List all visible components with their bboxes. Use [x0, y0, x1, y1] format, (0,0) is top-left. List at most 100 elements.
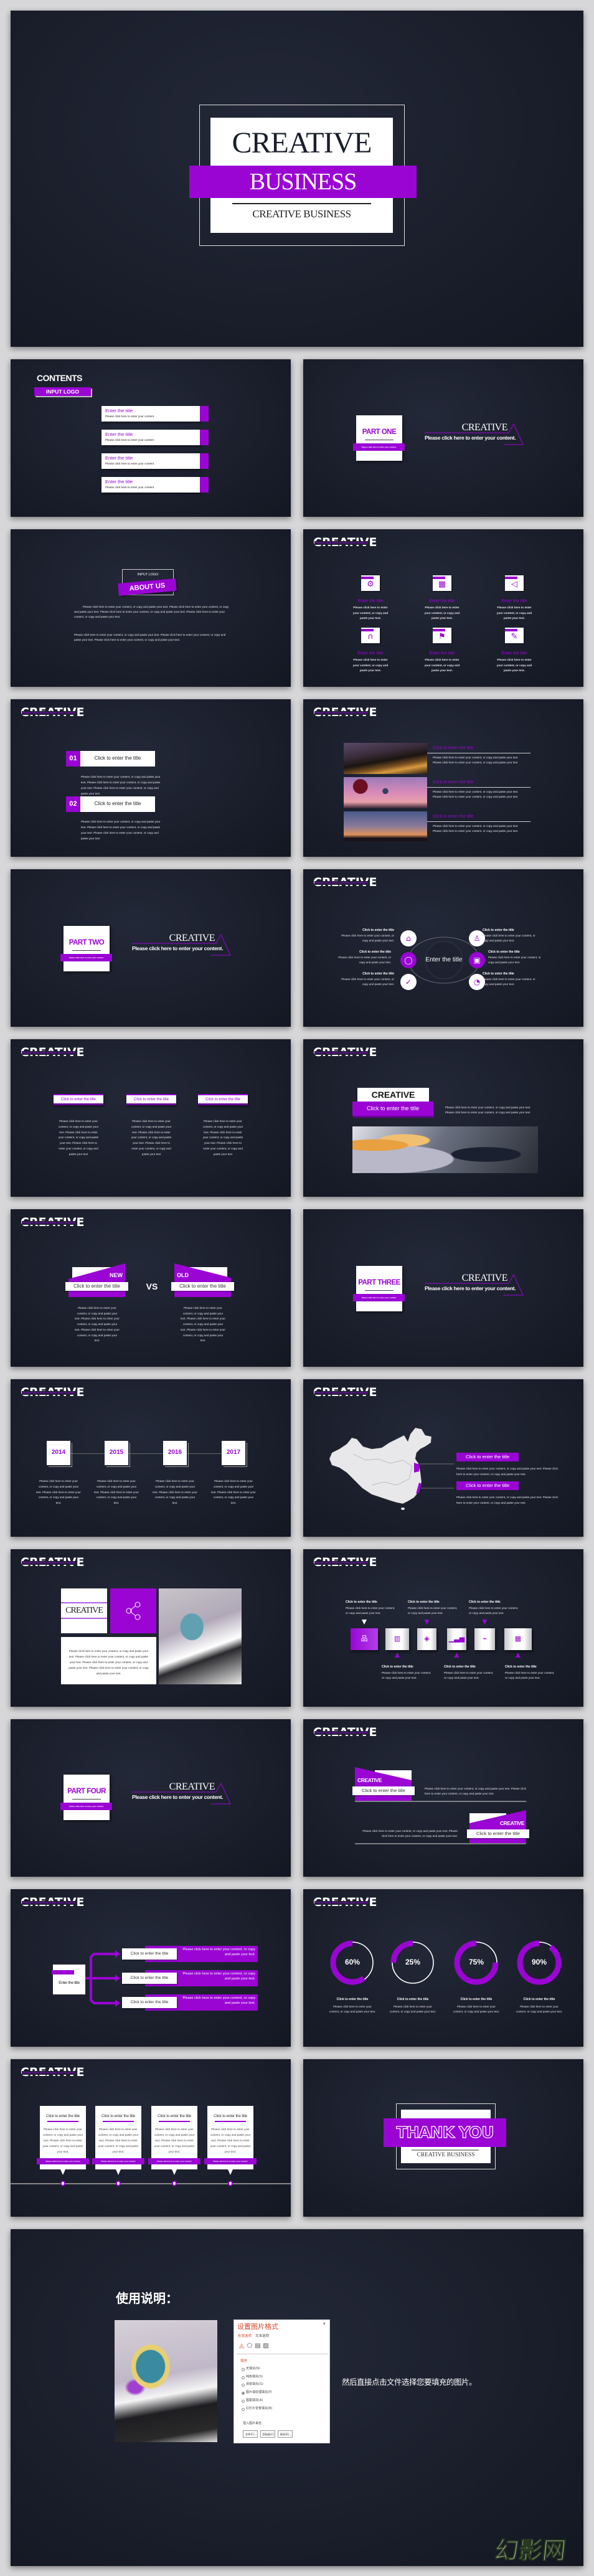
- photo-item-text: Please click here to enter your content,…: [433, 790, 519, 798]
- photo-item-title[interactable]: Click to enter the title: [433, 780, 473, 785]
- fill-option[interactable]: 图案填充(A): [246, 2399, 263, 2403]
- hub-diagram-slide[interactable]: CREATIVEPlease click here to enter your …: [303, 869, 583, 1027]
- header-subtitle[interactable]: Please click here to enter your content.: [314, 541, 369, 545]
- timeline-line: [67, 1453, 229, 1454]
- hub-item-title[interactable]: Click to enter the title: [483, 928, 536, 932]
- section-slide-4[interactable]: PART FOUR Please click here to enter your…: [11, 1719, 291, 1877]
- photo-item-title[interactable]: Click to enter the title: [433, 814, 473, 819]
- column-title-pill[interactable]: Click to enter the title: [126, 1094, 176, 1105]
- header-subtitle[interactable]: Please click here to enter your content.: [22, 711, 77, 715]
- dialog-button[interactable]: 联机(E)...: [278, 2430, 293, 2438]
- section-text[interactable]: Please click here to enter your content.: [132, 945, 224, 951]
- contents-item[interactable]: Enter the title Please click here to ente…: [101, 477, 200, 493]
- dialog-close-icon[interactable]: ▾: [323, 2321, 326, 2327]
- fill-option[interactable]: 纯色填充(S): [246, 2375, 263, 2379]
- column-title-pill[interactable]: Click to enter the title: [198, 1094, 248, 1105]
- progress-title[interactable]: Click to enter the title: [328, 1998, 377, 2001]
- tab-shape-options[interactable]: 形状选项: [238, 2334, 252, 2339]
- header-subtitle[interactable]: Please click here to enter your content.: [314, 711, 369, 715]
- progress-title[interactable]: Click to enter the title: [451, 1998, 501, 2001]
- hub-item-text: Please click here to enter your content,…: [483, 978, 535, 986]
- map-title-label[interactable]: Click to enter the title: [456, 1453, 519, 1461]
- fill-option[interactable]: 幻灯片背景填充(B): [246, 2407, 272, 2411]
- numbered-list-slide[interactable]: CREATIVEPlease click here to enter your …: [11, 699, 291, 857]
- number-badge: 02: [66, 796, 80, 812]
- fill-option[interactable]: 渐变填充(G): [246, 2382, 263, 2387]
- compare-title-box[interactable]: Click to enter the title: [65, 1282, 128, 1291]
- numbered-title-box[interactable]: Click to enter the title: [80, 751, 155, 767]
- branch-title-box[interactable]: Click to enter the title: [122, 1973, 177, 1984]
- contents-slide[interactable]: CONTENTS INPUT LOGO Enter the title Please …: [11, 359, 291, 517]
- about-us-slide[interactable]: INPUT LOGO ABOUT US Please click here to e…: [11, 529, 291, 687]
- hub-item-title[interactable]: Click to enter the title: [341, 928, 394, 932]
- contents-item[interactable]: Enter the title Please click here to ente…: [101, 430, 200, 445]
- size-icon[interactable]: ▤: [254, 2342, 262, 2350]
- fill-bucket-icon[interactable]: ◬: [238, 2342, 245, 2350]
- progress-rings-slide[interactable]: CREATIVEPlease click here to enter your …: [303, 1889, 583, 2047]
- header-subtitle[interactable]: Please click here to enter your content.: [22, 1391, 77, 1395]
- header-subtitle[interactable]: Please click here to enter your content.: [314, 1051, 369, 1055]
- thanks-band: THANK YOU: [384, 2118, 506, 2147]
- banner-slide[interactable]: CREATIVE Please click here to enter your …: [303, 1719, 583, 1877]
- progress-title[interactable]: Click to enter the title: [514, 1998, 564, 2001]
- cover-slide[interactable]: CREATIVE BUSINESS CREATIVE BUSINESS: [11, 11, 583, 347]
- section-slide-3[interactable]: PART THREE Please click here to enter you…: [303, 1209, 583, 1367]
- icon-item-title: Enter the title: [357, 599, 384, 603]
- comparison-slide[interactable]: CREATIVEPlease click here to enter your …: [11, 1209, 291, 1367]
- hub-item-title[interactable]: Click to enter the title: [483, 972, 536, 976]
- banner-title-box[interactable]: Click to enter the title: [467, 1829, 529, 1838]
- progress-title[interactable]: Click to enter the title: [388, 1998, 438, 2001]
- year-label: 2014: [51, 1449, 66, 1456]
- process-title[interactable]: Click to enter the title: [505, 1665, 537, 1669]
- banner-title-box[interactable]: Click to enter the title: [352, 1786, 415, 1795]
- icon-item-text: Please click here to enter your content,…: [496, 658, 532, 672]
- contents-item[interactable]: Enter the title Please click here to ente…: [101, 406, 200, 422]
- pentagon-icon[interactable]: ⬠: [246, 2342, 253, 2350]
- section-slide-2[interactable]: PART TWO Please click here to enter your …: [11, 869, 291, 1027]
- header-subtitle[interactable]: Please click here to enter your content.: [22, 1051, 77, 1055]
- three-column-slide[interactable]: CREATIVEPlease click here to enter your …: [11, 1039, 291, 1197]
- branch-title-box[interactable]: Click to enter the title: [122, 1948, 177, 1960]
- format-picture-dialog[interactable]: 设置图片格式 ▾ 形状选项 文本选项 ◬ ⬠ ▤ ▨ 填充 无填充(N) 纯色填充(S) 渐变填充(G…: [233, 2319, 330, 2443]
- section-text[interactable]: Please click here to enter your content.: [425, 1285, 516, 1291]
- header-subtitle[interactable]: Please click here to enter your content.: [22, 1561, 77, 1565]
- photo-grid-slide[interactable]: CREATIVE Please click here to enter your …: [11, 1549, 291, 1707]
- branch-title-box[interactable]: Click to enter the title: [122, 1997, 177, 2008]
- map-title-label[interactable]: Click to enter the title: [456, 1481, 519, 1490]
- dialog-button[interactable]: 文件(F)...: [243, 2430, 258, 2438]
- tab-text-options[interactable]: 文本选项: [255, 2334, 269, 2339]
- section-text[interactable]: Please click here to enter your content.: [132, 1794, 224, 1800]
- dialog-button[interactable]: 剪贴板(C): [260, 2430, 275, 2438]
- feature-title-box[interactable]: Click to enter the title: [352, 1102, 433, 1116]
- hub-item-title[interactable]: Click to enter the title: [337, 950, 391, 954]
- dialog-button-label: 文件(F)...: [245, 2433, 257, 2436]
- hub-item-title[interactable]: Click to enter the title: [488, 950, 542, 954]
- insert-from-label: 插入图片来自: [243, 2422, 262, 2425]
- picture-icon[interactable]: ▨: [262, 2342, 270, 2350]
- photo-item-title[interactable]: Click to enter the title: [433, 746, 473, 751]
- branch-diagram-slide[interactable]: CREATIVEPlease click here to enter your …: [11, 1889, 291, 2047]
- branch-root-strip: [52, 1970, 74, 1974]
- fill-option[interactable]: 无填充(N): [246, 2367, 260, 2371]
- hub-item-title[interactable]: Click to enter the title: [341, 972, 394, 976]
- about-logo-text: INPUT LOGO: [137, 573, 159, 577]
- column-title-pill[interactable]: Click to enter the title: [54, 1094, 103, 1105]
- contents-item[interactable]: Enter the title Please click here to ente…: [101, 453, 200, 469]
- photo-list-slide[interactable]: CREATIVEPlease click here to enter your …: [303, 699, 583, 857]
- signpost-icon: ⚑: [438, 632, 446, 641]
- section-slide-1[interactable]: PART ONE Please click here to enter your …: [303, 359, 583, 517]
- fill-section-header[interactable]: 填充: [240, 2359, 247, 2364]
- feature-slide[interactable]: CREATIVE Please click here to enter your …: [303, 1039, 583, 1197]
- cube-process-slide[interactable]: CREATIVEPlease click here to enter your …: [303, 1549, 583, 1707]
- hub-center-title: Enter the title: [425, 956, 463, 963]
- section-text[interactable]: Please click here to enter your content.: [425, 435, 516, 441]
- hub-item-text: Please click here to enter your content,…: [341, 934, 394, 942]
- compare-title-box[interactable]: Click to enter the title: [171, 1282, 234, 1291]
- fill-option[interactable]: 图片或纹理填充(P): [246, 2390, 272, 2395]
- cards-timeline-slide[interactable]: CREATIVEPlease click here to enter your …: [11, 2059, 291, 2217]
- timeline-slide[interactable]: CREATIVEPlease click here to enter your …: [11, 1379, 291, 1537]
- numbered-title-box[interactable]: Click to enter the title: [80, 796, 155, 812]
- thank-you-slide[interactable]: THANK YOU CREATIVE BUSINESS: [303, 2059, 583, 2217]
- map-slide[interactable]: CREATIVEPlease click here to enter your …: [303, 1379, 583, 1537]
- icon-grid-slide[interactable]: CREATIVEPlease click here to enter your …: [303, 529, 583, 687]
